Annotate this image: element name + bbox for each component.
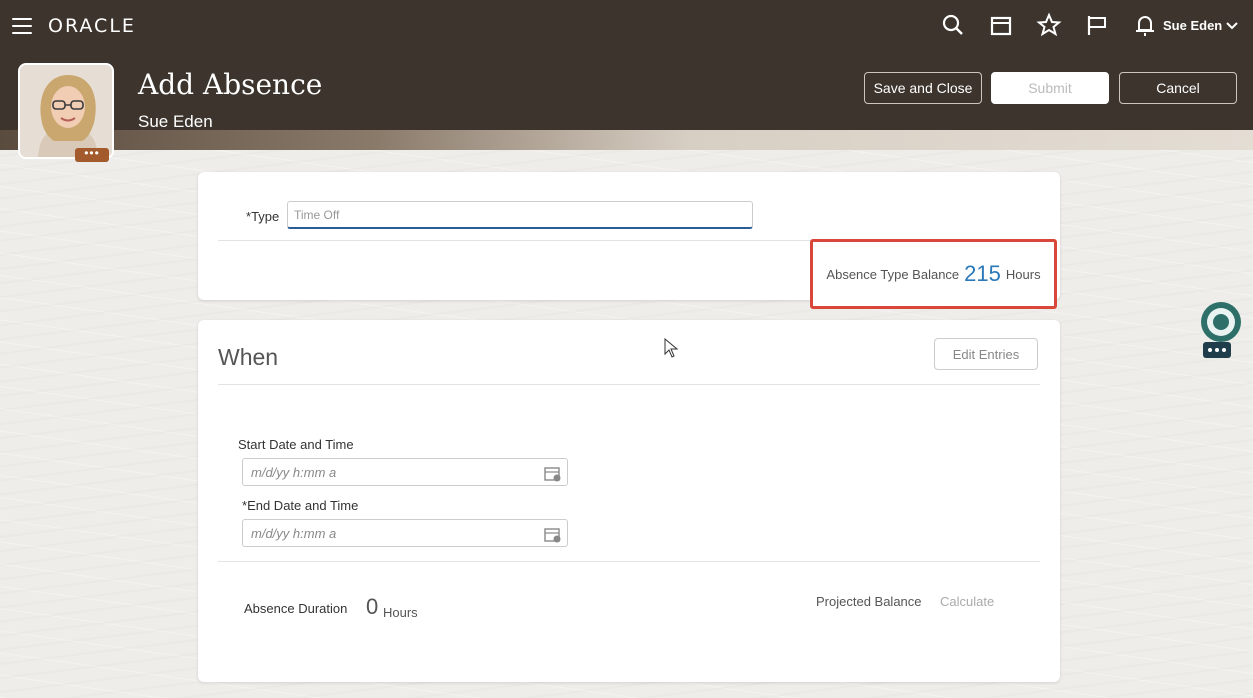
chevron-down-icon — [1226, 18, 1238, 33]
mouse-cursor-icon — [664, 337, 679, 358]
search-icon[interactable] — [940, 12, 966, 38]
submit-button[interactable]: Submit — [991, 72, 1109, 104]
global-icons — [940, 12, 1158, 38]
digital-assistant-icon[interactable] — [1197, 300, 1245, 360]
divider — [218, 561, 1040, 562]
page-subtitle: Sue Eden — [138, 112, 213, 131]
calendar-icon[interactable] — [544, 466, 562, 482]
avatar[interactable] — [18, 63, 114, 159]
notifications-bell-icon[interactable] — [1132, 12, 1158, 38]
calendar-icon[interactable] — [544, 527, 562, 543]
absence-duration-label: Absence Duration — [244, 601, 348, 616]
absence-type-card: *Type Time Off Absence Type Balance 215 … — [198, 172, 1060, 309]
edit-entries-button[interactable]: Edit Entries — [934, 338, 1038, 370]
home-icon[interactable] — [988, 12, 1014, 38]
type-field-label: *Type — [246, 209, 280, 224]
balance-value: 215 — [964, 261, 1001, 286]
end-date-label: *End Date and Time — [242, 498, 359, 513]
end-date-input[interactable]: m/d/yy h:mm a — [242, 519, 568, 547]
more-options-icon[interactable]: ••• — [75, 147, 109, 162]
page-header: ORACLE Sue Eden Add Absence Sue Eden Sav… — [0, 0, 1253, 150]
balance-unit: Hours — [1005, 266, 1041, 282]
save-and-close-button[interactable]: Save and Close — [864, 72, 982, 104]
absence-type-balance: Absence Type Balance 215 Hours — [810, 239, 1057, 309]
divider — [218, 384, 1040, 385]
menu-icon[interactable] — [12, 18, 32, 34]
start-date-label: Start Date and Time — [238, 437, 354, 452]
absence-duration-value: 0 — [366, 594, 379, 619]
calculate-link[interactable]: Calculate — [940, 594, 994, 609]
projected-balance-label: Projected Balance — [816, 594, 922, 609]
user-name: Sue Eden — [1163, 18, 1223, 33]
absence-type-input[interactable]: Time Off — [287, 201, 753, 229]
cancel-button[interactable]: Cancel — [1119, 72, 1237, 104]
absence-duration-unit: Hours — [383, 605, 418, 620]
user-menu[interactable]: Sue Eden — [1163, 18, 1238, 33]
header-banner-image — [0, 130, 1253, 150]
balance-label: Absence Type Balance — [826, 266, 960, 282]
when-card: When Edit Entries Start Date and Time m/… — [198, 320, 1060, 682]
flag-icon[interactable] — [1084, 12, 1110, 38]
start-date-input[interactable]: m/d/yy h:mm a — [242, 458, 568, 486]
oracle-logo: ORACLE — [48, 15, 136, 37]
when-section-title: When — [218, 344, 279, 370]
page-title: Add Absence — [138, 68, 323, 101]
favorites-star-icon[interactable] — [1036, 12, 1062, 38]
